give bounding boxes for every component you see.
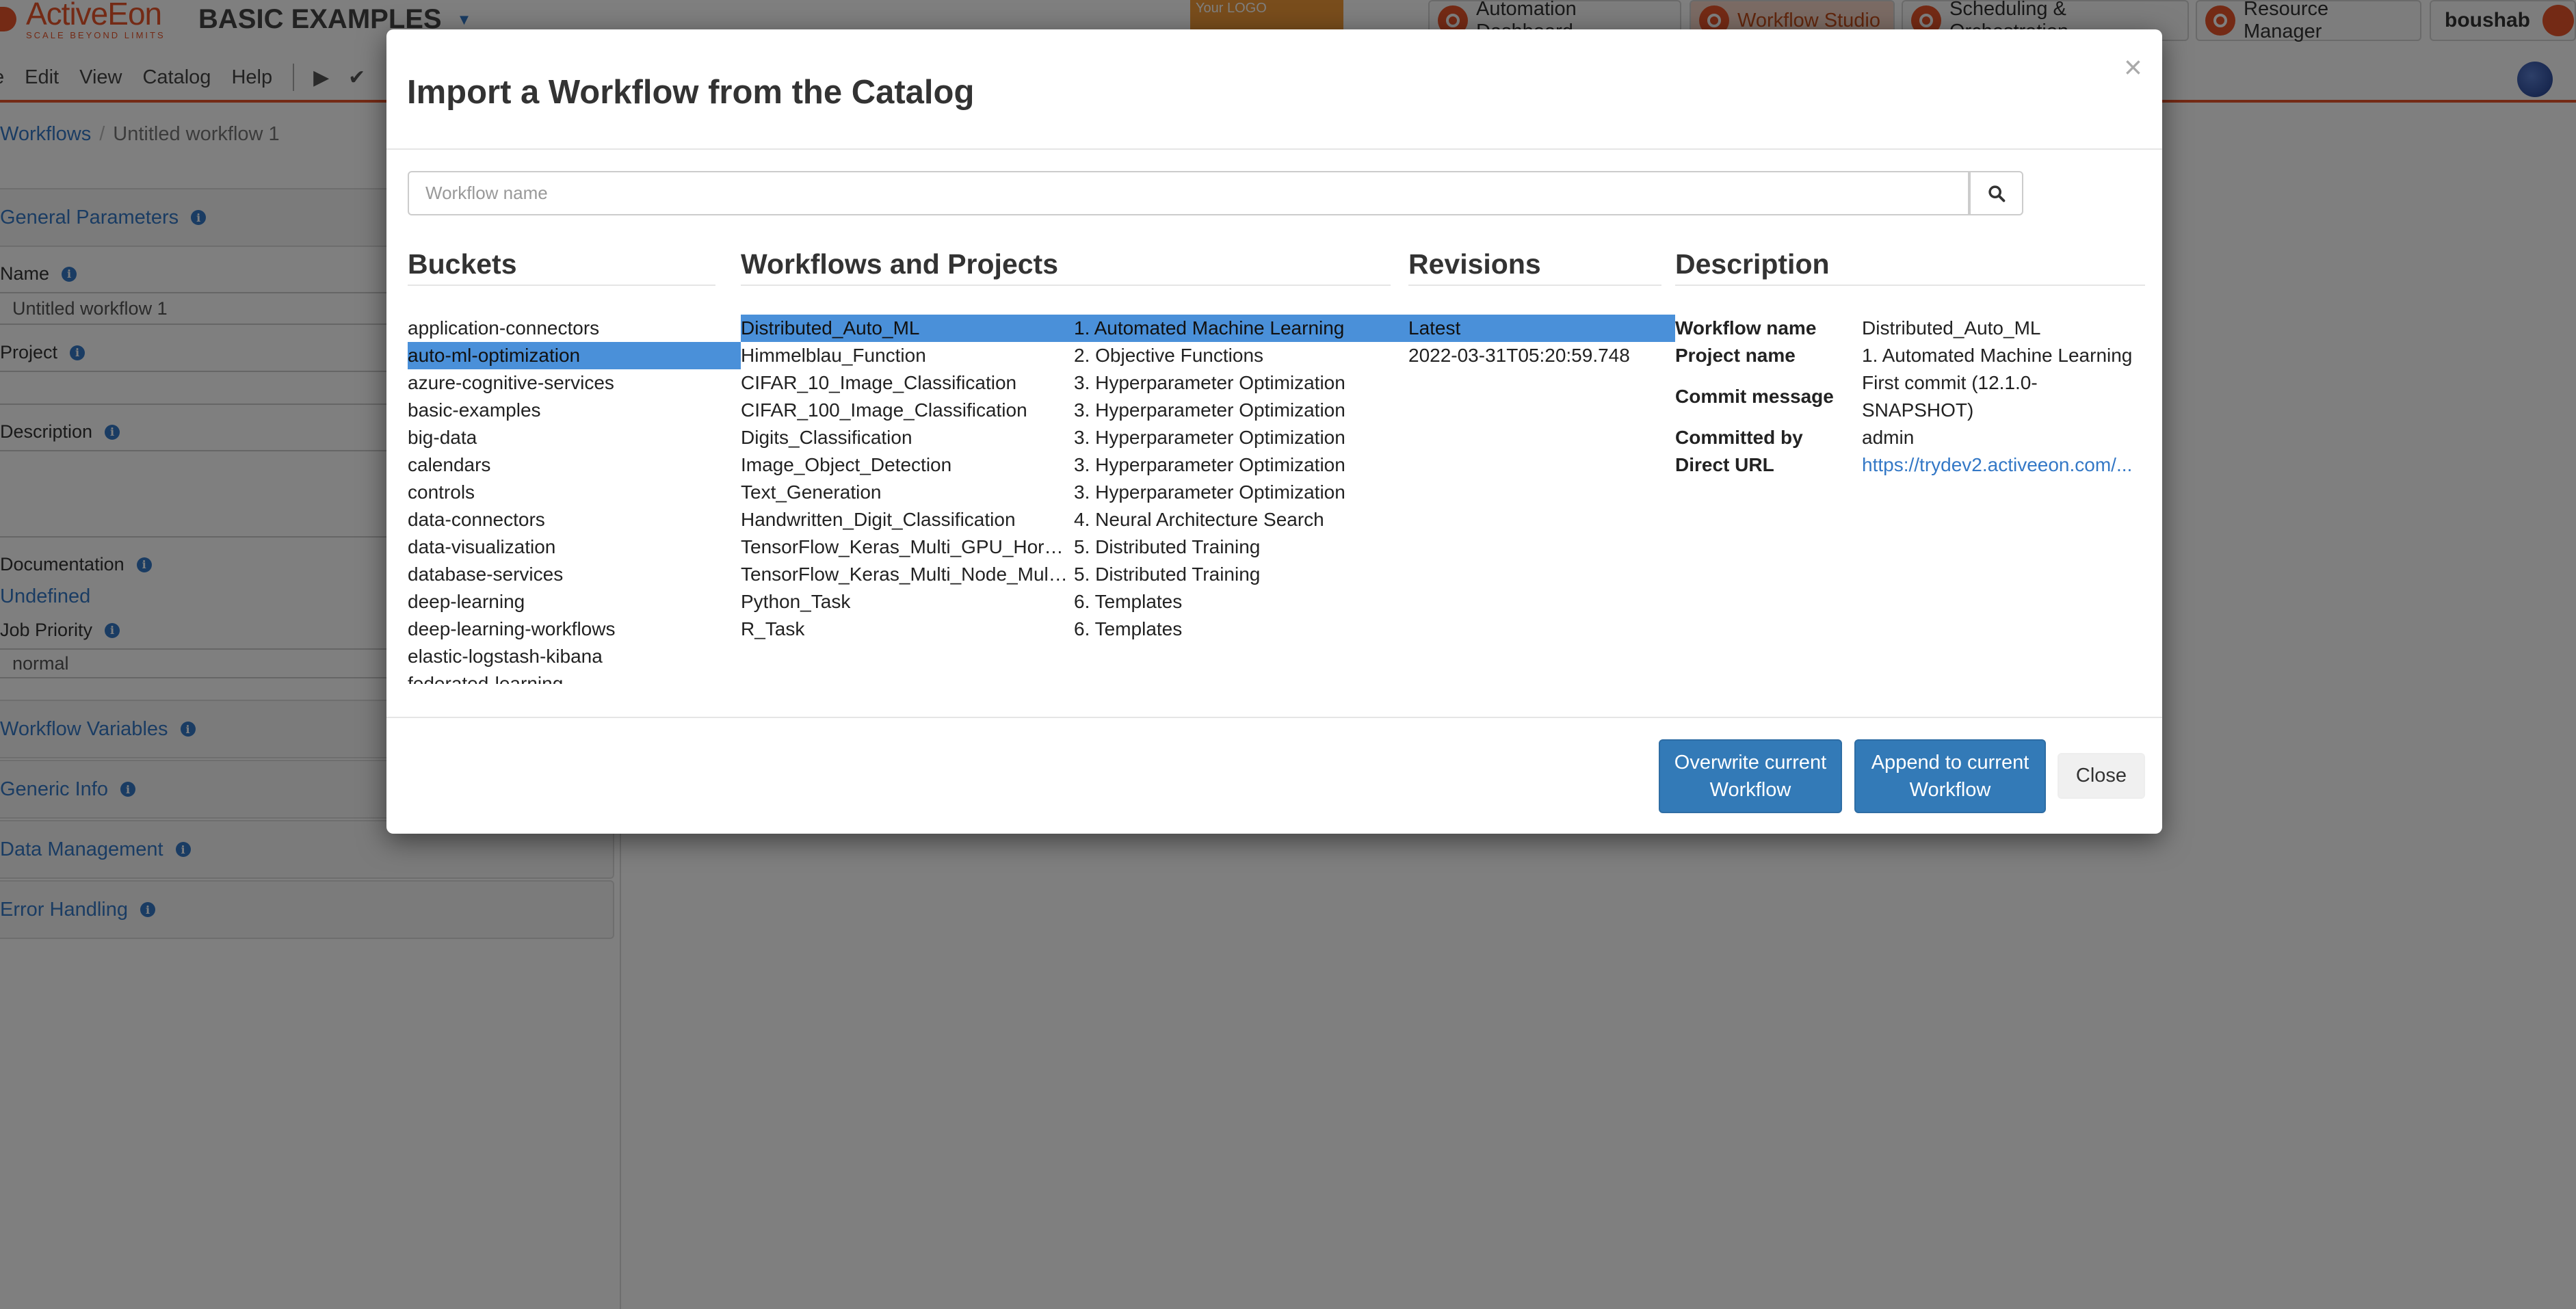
desc-value: 1. Automated Machine Learning [1862, 345, 2133, 366]
bucket-item[interactable]: deep-learning [408, 588, 741, 616]
workflow-row-selected[interactable]: Distributed_Auto_ML 1. Automated Machine … [741, 315, 1408, 342]
bucket-item[interactable]: database-services [408, 561, 741, 588]
desc-key: Workflow name [1675, 317, 1817, 339]
workflow-project: 3. Hyperparameter Optimization [1074, 454, 1345, 475]
desc-key: Project name [1675, 345, 1796, 366]
close-button[interactable]: Close [2058, 753, 2145, 799]
workflow-row[interactable]: Himmelblau_Function 2. Objective Function… [741, 342, 1408, 369]
desc-value: Distributed_Auto_ML [1862, 317, 2041, 339]
desc-value: First commit (12.1.0-SNAPSHOT) [1862, 372, 2038, 421]
workflow-project: 6. Templates [1074, 591, 1183, 612]
modal-footer-divider [386, 717, 2162, 718]
buckets-list[interactable]: application-connectors auto-ml-optimizat… [408, 315, 741, 684]
workflow-name: TensorFlow_Keras_Multi_Node_Multi_GPU [741, 564, 1074, 585]
description-header-rule [1675, 285, 2145, 286]
revision-item-selected[interactable]: Latest [1408, 315, 1675, 342]
bucket-item[interactable]: elastic-logstash-kibana [408, 643, 741, 670]
bucket-item[interactable]: application-connectors [408, 315, 741, 342]
workflow-project: 4. Neural Architecture Search [1074, 509, 1324, 530]
workflow-name: Python_Task [741, 591, 851, 612]
close-icon[interactable]: × [2124, 49, 2142, 85]
revisions-header: Revisions [1408, 248, 1541, 280]
desc-key: Direct URL [1675, 454, 1774, 475]
workflow-row[interactable]: TensorFlow_Keras_Multi_GPU_Horovod 5. Dis… [741, 533, 1408, 561]
bucket-item[interactable]: calendars [408, 451, 741, 479]
bucket-item-selected[interactable]: auto-ml-optimization [408, 342, 741, 369]
append-workflow-button[interactable]: Append to current Workflow [1854, 739, 2046, 813]
workflow-row[interactable]: CIFAR_10_Image_Classification 3. Hyperpar… [741, 369, 1408, 397]
desc-row-workflow-name: Workflow name Distributed_Auto_ML [1675, 315, 2147, 342]
workflow-row[interactable]: CIFAR_100_Image_Classification 3. Hyperpa… [741, 397, 1408, 424]
modal-header-divider [386, 148, 2162, 150]
revisions-header-rule [1408, 285, 1661, 286]
workflow-project: 5. Distributed Training [1074, 536, 1261, 557]
revision-item[interactable]: 2022-03-31T05:20:59.748 [1408, 342, 1675, 369]
workflow-project: 1. Automated Machine Learning [1074, 317, 1345, 339]
workflow-project: 5. Distributed Training [1074, 564, 1261, 585]
workflow-name: Image_Object_Detection [741, 454, 952, 475]
workflow-project: 6. Templates [1074, 618, 1183, 639]
desc-row-project-name: Project name 1. Automated Machine Learni… [1675, 342, 2147, 369]
workflow-row[interactable]: Text_Generation 3. Hyperparameter Optimiz… [741, 479, 1408, 506]
search-button[interactable] [1969, 171, 2023, 215]
direct-url-link[interactable]: https://trydev2.activeeon.com/... [1862, 451, 2147, 479]
workflow-name: Handwritten_Digit_Classification [741, 509, 1016, 530]
workflow-row[interactable]: R_Task 6. Templates [741, 616, 1408, 643]
desc-key: Committed by [1675, 427, 1803, 448]
desc-row-direct-url: Direct URL https://trydev2.activeeon.com… [1675, 451, 2147, 479]
import-workflow-modal: Import a Workflow from the Catalog × Buc… [386, 29, 2162, 834]
workflows-header: Workflows and Projects [741, 248, 1059, 280]
workflow-row[interactable]: Image_Object_Detection 3. Hyperparameter … [741, 451, 1408, 479]
workflow-project: 3. Hyperparameter Optimization [1074, 481, 1345, 503]
workflow-name: R_Task [741, 618, 805, 639]
workflows-header-rule [741, 285, 1391, 286]
overwrite-workflow-button[interactable]: Overwrite current Workflow [1659, 739, 1842, 813]
bucket-item[interactable]: deep-learning-workflows [408, 616, 741, 643]
workflow-name: TensorFlow_Keras_Multi_GPU_Horovod [741, 536, 1074, 557]
workflow-name: Distributed_Auto_ML [741, 317, 920, 339]
desc-row-committed-by: Committed by admin [1675, 424, 2147, 451]
bucket-item[interactable]: azure-cognitive-services [408, 369, 741, 397]
workflow-row[interactable]: Python_Task 6. Templates [741, 588, 1408, 616]
workflow-project: 3. Hyperparameter Optimization [1074, 427, 1345, 448]
workflows-list[interactable]: Distributed_Auto_ML 1. Automated Machine … [741, 315, 1408, 643]
workflow-name: Himmelblau_Function [741, 345, 926, 366]
bucket-item[interactable]: controls [408, 479, 741, 506]
workflow-project: 3. Hyperparameter Optimization [1074, 399, 1345, 421]
workflow-name: CIFAR_10_Image_Classification [741, 372, 1017, 393]
workflow-row[interactable]: TensorFlow_Keras_Multi_Node_Multi_GPU 5. … [741, 561, 1408, 588]
workflow-row[interactable]: Digits_Classification 3. Hyperparameter O… [741, 424, 1408, 451]
workflow-project: 2. Objective Functions [1074, 345, 1264, 366]
bucket-item[interactable]: federated-learning [408, 670, 741, 684]
bucket-item[interactable]: data-visualization [408, 533, 741, 561]
workflow-name: Digits_Classification [741, 427, 912, 448]
revisions-list[interactable]: Latest 2022-03-31T05:20:59.748 [1408, 315, 1675, 369]
workflow-project: 3. Hyperparameter Optimization [1074, 372, 1345, 393]
search-icon [1988, 185, 2005, 202]
buckets-header-rule [408, 285, 715, 286]
bucket-item[interactable]: basic-examples [408, 397, 741, 424]
desc-row-commit-message: Commit message First commit (12.1.0-SNAP… [1675, 369, 2147, 424]
workflow-search-input[interactable] [408, 171, 1969, 215]
desc-value: admin [1862, 427, 1915, 448]
description-header: Description [1675, 248, 1830, 280]
workflow-name: Text_Generation [741, 481, 882, 503]
bucket-item[interactable]: data-connectors [408, 506, 741, 533]
buckets-header: Buckets [408, 248, 517, 280]
workflow-name: CIFAR_100_Image_Classification [741, 399, 1027, 421]
modal-title: Import a Workflow from the Catalog [407, 74, 975, 111]
workflow-row[interactable]: Handwritten_Digit_Classification 4. Neura… [741, 506, 1408, 533]
desc-key: Commit message [1675, 386, 1834, 407]
description-table: Workflow name Distributed_Auto_ML Projec… [1675, 315, 2147, 479]
bucket-item[interactable]: big-data [408, 424, 741, 451]
